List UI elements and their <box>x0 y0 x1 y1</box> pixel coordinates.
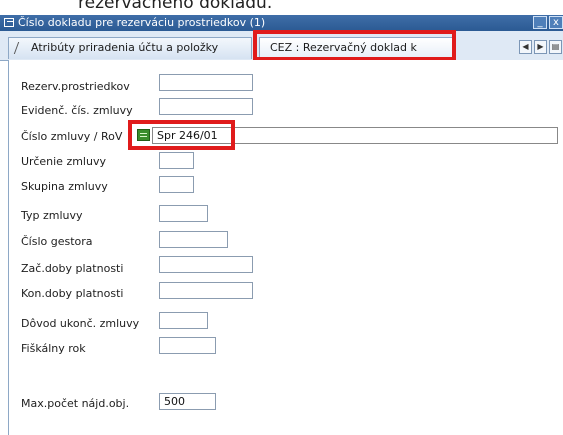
label-typ-zmluvy: Typ zmluvy <box>21 209 83 222</box>
tab-scroll-right-icon[interactable]: ▶ <box>534 40 547 54</box>
rezerv-prostriedkov-field[interactable] <box>159 74 253 91</box>
evidenc-cis-zmluvy-field[interactable] <box>159 98 253 115</box>
label-max-pocet: Max.počet nájd.obj. <box>21 397 130 410</box>
skupina-zmluvy-field[interactable] <box>159 176 194 193</box>
urcenie-zmluvy-field[interactable] <box>159 152 194 169</box>
tab-scroll-left-icon[interactable]: ◀ <box>519 40 532 54</box>
window-title-bar: Číslo dokladu pre rezerváciu prostriedko… <box>0 15 563 31</box>
minimize-icon[interactable]: _ <box>533 16 547 29</box>
fiskalny-rok-field[interactable] <box>159 337 216 354</box>
window-title: Číslo dokladu pre rezerváciu prostriedko… <box>18 16 266 29</box>
tab-atributy-label: Atribúty priradenia účtu a položky <box>31 41 219 54</box>
cislo-zmluvy-field[interactable]: Spr 246/01 <box>152 127 558 144</box>
label-fiskalny-rok: Fiškálny rok <box>21 342 86 355</box>
form-panel: Rezerv.prostriedkov Evidenč. čís. zmluvy… <box>8 60 563 435</box>
label-urcenie-zmluvy: Určenie zmluvy <box>21 155 106 168</box>
close-icon[interactable]: x <box>549 16 563 29</box>
label-dovod-ukonc-zmluvy: Dôvod ukonč. zmluvy <box>21 317 140 330</box>
zac-doby-platnosti-field[interactable] <box>159 256 253 273</box>
tab-atributy[interactable]: Atribúty priradenia účtu a položky <box>8 37 252 59</box>
tab-strip: Atribúty priradenia účtu a položky CEZ :… <box>0 31 563 74</box>
cislo-gestora-field[interactable] <box>159 231 228 248</box>
label-cislo-gestora: Číslo gestora <box>21 235 93 248</box>
label-cislo-zmluvy: Číslo zmluvy / RoV <box>21 130 123 143</box>
max-pocet-field[interactable]: 500 <box>159 393 216 410</box>
top-caption: rezervačného dokladu. <box>78 0 273 13</box>
label-zac-doby-platnosti: Zač.doby platnosti <box>21 262 124 275</box>
typ-zmluvy-field[interactable] <box>159 205 208 222</box>
matchcode-icon[interactable] <box>137 129 150 141</box>
tab-list-icon[interactable]: ▤ <box>549 40 562 54</box>
tab-icon <box>13 42 30 54</box>
kon-doby-platnosti-field[interactable] <box>159 282 253 299</box>
tab-rezervacny-doklad[interactable]: CEZ : Rezervačný doklad k zmluve <box>259 37 453 74</box>
dovod-ukonc-zmluvy-field[interactable] <box>159 312 208 329</box>
label-evidenc-cis-zmluvy: Evidenč. čís. zmluvy <box>21 104 133 117</box>
dialog-icon <box>4 18 14 27</box>
label-rezerv-prostriedkov: Rezerv.prostriedkov <box>21 80 130 93</box>
label-kon-doby-platnosti: Kon.doby platnosti <box>21 287 124 300</box>
label-skupina-zmluvy: Skupina zmluvy <box>21 180 108 193</box>
